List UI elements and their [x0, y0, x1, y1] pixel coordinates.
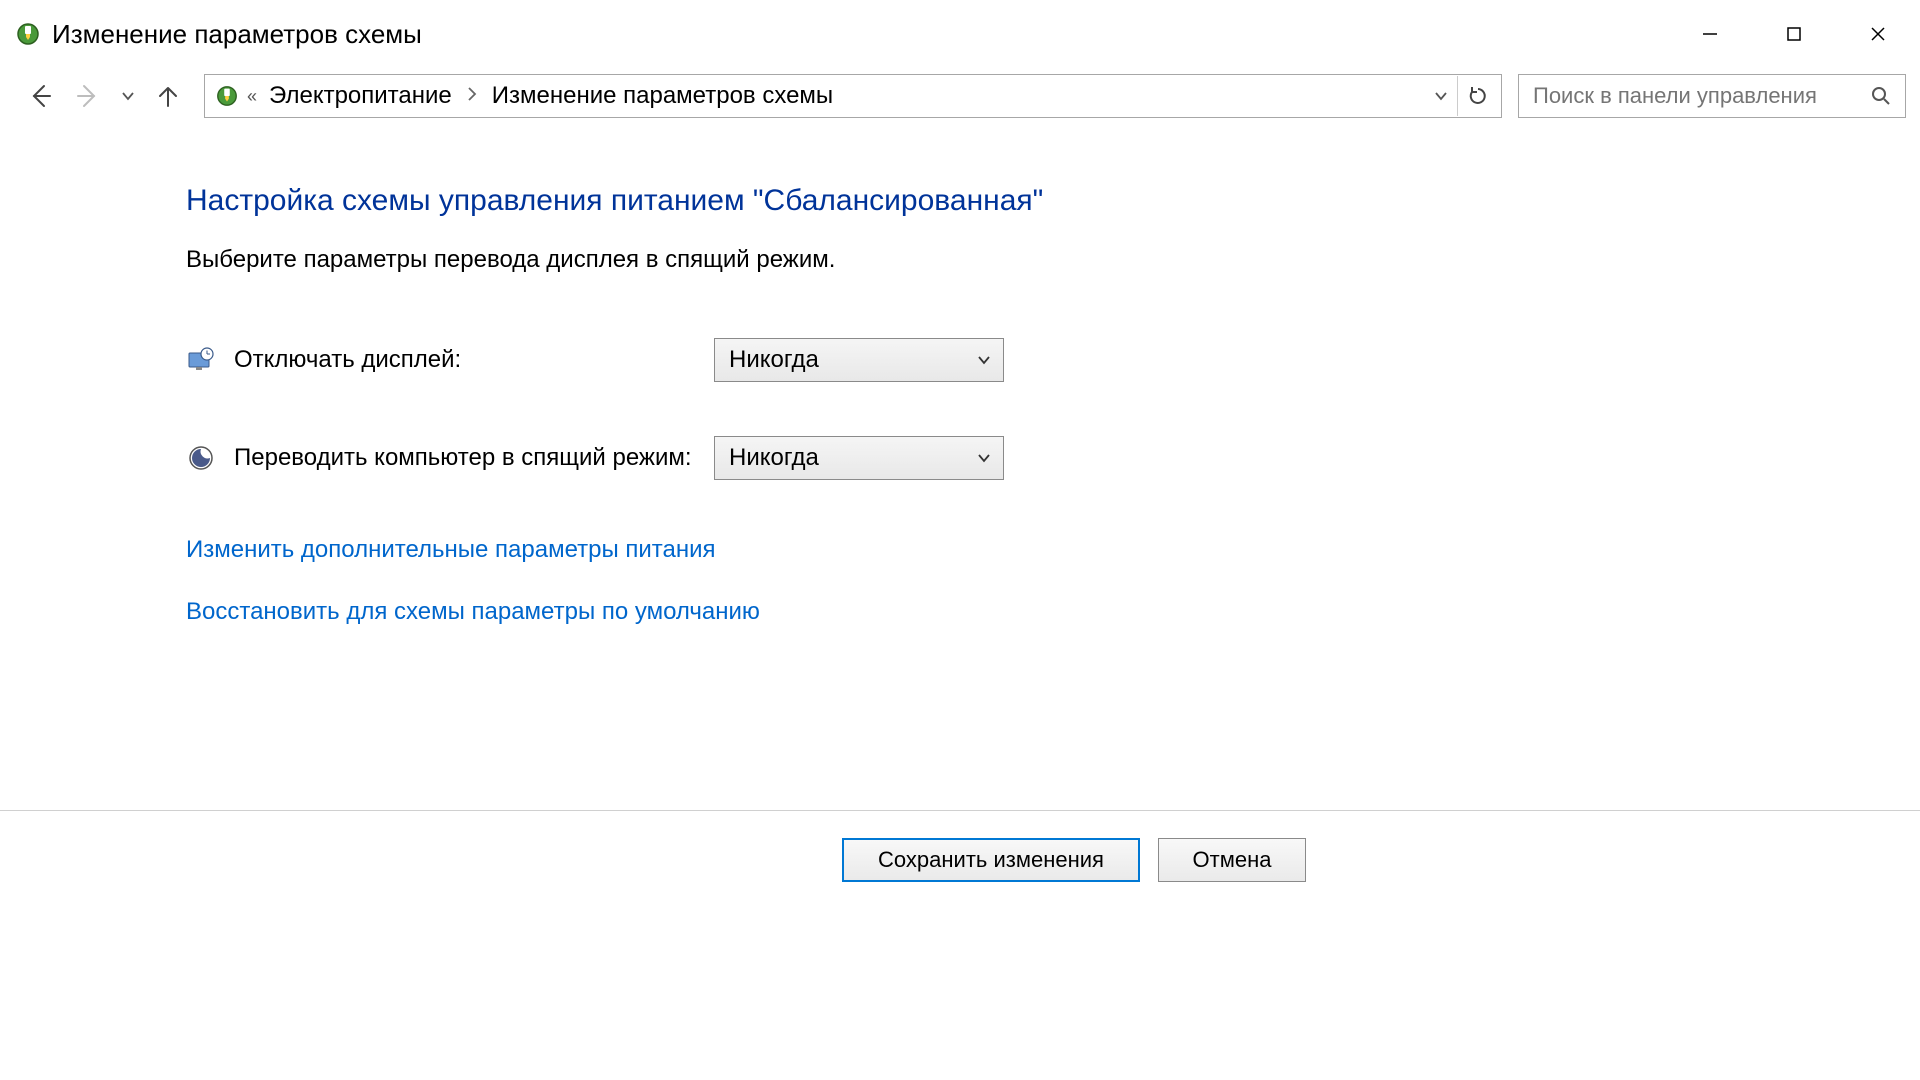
- link-restore-defaults[interactable]: Восстановить для схемы параметры по умол…: [186, 598, 1920, 626]
- chevron-left-double-icon: «: [247, 86, 257, 107]
- setting-display-off: Отключать дисплей: Никогда: [186, 338, 1920, 382]
- maximize-button[interactable]: [1752, 0, 1836, 68]
- monitor-clock-icon: [186, 345, 216, 375]
- addressbar[interactable]: « Электропитание Изменение параметров сх…: [204, 74, 1502, 118]
- app-icon: [14, 20, 42, 48]
- searchbox[interactable]: [1518, 74, 1906, 118]
- search-icon[interactable]: [1867, 82, 1895, 110]
- setting-sleep-select[interactable]: Никогда: [714, 436, 1004, 480]
- back-button[interactable]: [20, 76, 60, 116]
- setting-display-off-label: Отключать дисплей:: [234, 346, 714, 374]
- navbar: « Электропитание Изменение параметров сх…: [0, 68, 1920, 124]
- page-subtitle: Выберите параметры перевода дисплея в сп…: [186, 246, 1920, 274]
- chevron-down-icon: [977, 444, 991, 472]
- page-title: Настройка схемы управления питанием "Сба…: [186, 184, 1920, 218]
- close-button[interactable]: [1836, 0, 1920, 68]
- window-controls: [1668, 0, 1920, 68]
- search-input[interactable]: [1533, 83, 1867, 109]
- location-icon: [213, 82, 241, 110]
- footer-separator: [0, 810, 1920, 811]
- save-button[interactable]: Сохранить изменения: [842, 838, 1140, 882]
- refresh-button[interactable]: [1457, 76, 1497, 116]
- moon-icon: [186, 443, 216, 473]
- minimize-button[interactable]: [1668, 0, 1752, 68]
- link-advanced-settings[interactable]: Изменить дополнительные параметры питани…: [186, 536, 1920, 564]
- window-title: Изменение параметров схемы: [52, 19, 422, 50]
- chevron-down-icon: [977, 346, 991, 374]
- up-button[interactable]: [148, 76, 188, 116]
- select-value: Никогда: [729, 346, 819, 374]
- footer: Сохранить изменения Отмена: [0, 838, 1920, 882]
- setting-sleep: Переводить компьютер в спящий режим: Ник…: [186, 436, 1920, 480]
- forward-button: [68, 76, 108, 116]
- setting-display-off-select[interactable]: Никогда: [714, 338, 1004, 382]
- select-value: Никогда: [729, 444, 819, 472]
- main-content: Настройка схемы управления питанием "Сба…: [0, 124, 1920, 626]
- breadcrumb-item-1[interactable]: Электропитание: [269, 82, 452, 110]
- addressbar-right: [1425, 76, 1497, 116]
- chevron-right-icon: [466, 86, 478, 107]
- titlebar: Изменение параметров схемы: [0, 0, 1920, 68]
- history-dropdown[interactable]: [116, 76, 140, 116]
- breadcrumb-item-2[interactable]: Изменение параметров схемы: [492, 82, 833, 110]
- links-section: Изменить дополнительные параметры питани…: [186, 536, 1920, 626]
- setting-sleep-label: Переводить компьютер в спящий режим:: [234, 444, 714, 472]
- addressbar-dropdown[interactable]: [1425, 76, 1457, 116]
- cancel-button[interactable]: Отмена: [1158, 838, 1306, 882]
